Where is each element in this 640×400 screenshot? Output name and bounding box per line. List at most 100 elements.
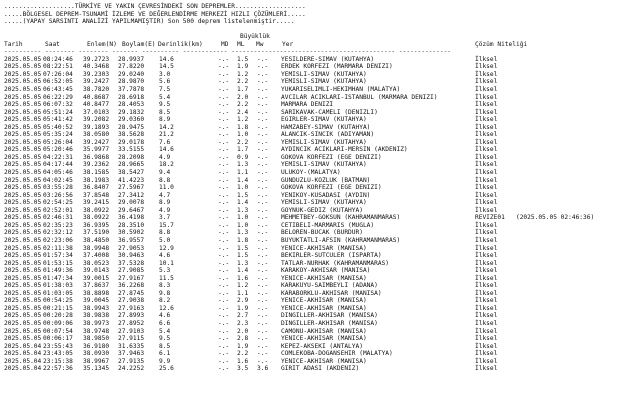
row-ml: 1.6 (237, 357, 249, 365)
row-mw: -.- (257, 63, 269, 71)
row-depth: 15.7 (159, 221, 174, 229)
row-depth: 4.9 (159, 206, 171, 214)
row-depth: 21.2 (159, 131, 174, 139)
table-row: 2025.05.05 08:22:51 40.3468 27.8220 14.5 -.- 1… (4, 63, 640, 71)
row-md: -.- (218, 176, 230, 184)
row-depth: 5.6 (159, 78, 171, 86)
table-row: 2025.05.05 01:47:34 39.0015 27.9167 11.5 -.- 1… (4, 275, 640, 283)
row-longitude: 27.9135 (118, 357, 145, 365)
row-date: 2025.05.05 (4, 70, 42, 78)
table-row: 2025.05.05 01:53:15 38.0523 37.5328 10.1 -.- 1… (4, 260, 640, 268)
row-longitude: 38.5628 (118, 131, 145, 139)
row-depth: 14.2 (159, 123, 174, 131)
row-latitude: 39.0045 (83, 297, 110, 305)
row-depth: 6.1 (159, 350, 171, 358)
row-date: 2025.05.05 (4, 131, 42, 139)
row-latitude: 36.9395 (83, 221, 110, 229)
row-depth: 10.1 (159, 259, 174, 267)
row-latitude: 38.8898 (83, 289, 110, 297)
row-date: 2025.05.05 (4, 274, 42, 282)
row-md: -.- (218, 116, 230, 124)
row-location: YEMISLI-SIMAV (KUTAHYA) (281, 78, 367, 86)
row-depth: 14.6 (159, 55, 174, 63)
row-date: 2025.05.04 (4, 357, 42, 365)
header-line-2: .....BÖLGESEL DEPREM-TSUNAMİ İZLEME VE D… (4, 10, 306, 18)
row-depth: 12.6 (159, 304, 174, 312)
row-mw: -.- (257, 335, 269, 343)
row-location: KEPEZ-AKSEKI (ANTALYA) (281, 342, 363, 350)
row-mw: -.- (257, 153, 269, 161)
earthquake-table-body: 2025.05.05 08:24:46 39.2723 28.9937 14.6 -.- 1… (4, 56, 640, 373)
row-mw: -.- (257, 252, 269, 260)
row-location: YUKARISELIMLI-HEKIMHAN (MALATYA) (281, 86, 401, 94)
row-longitude: 27.9167 (118, 274, 145, 282)
table-row: 2025.05.05 00:07:54 38.9748 27.9103 5.4 -.- 2.… (4, 328, 640, 336)
row-time: 05:40:52 (43, 123, 73, 131)
row-solution: İlksel (475, 131, 498, 139)
row-depth: 9.9 (159, 357, 171, 365)
row-date: 2025.05.05 (4, 327, 42, 335)
row-md: -.- (218, 86, 230, 94)
earthquake-list-page: ...................TÜRKİYE VE YAKIN ÇEVR… (0, 0, 640, 400)
row-mw: -.- (257, 274, 269, 282)
row-mw: -.- (257, 70, 269, 78)
row-solution: İlksel (475, 206, 498, 214)
row-longitude: 27.9115 (118, 335, 145, 343)
row-depth: 8.9 (159, 116, 171, 124)
row-solution: İlksel (475, 146, 498, 154)
row-date: 2025.05.05 (4, 108, 42, 116)
row-md: -.- (218, 357, 230, 365)
row-time: 02:11:38 (43, 244, 73, 252)
row-latitude: 38.9967 (83, 357, 110, 365)
row-md: -.- (218, 146, 230, 154)
row-time: 01:53:15 (43, 259, 73, 267)
row-date: 2025.05.05 (4, 319, 42, 327)
row-longitude: 27.8952 (118, 319, 145, 327)
row-date: 2025.05.05 (4, 214, 42, 222)
row-ml: 1.3 (237, 229, 249, 237)
row-latitude: 39.0015 (83, 274, 110, 282)
row-date: 2025.05.05 (4, 191, 42, 199)
row-time: 23:15:38 (43, 357, 73, 365)
row-md: -.- (218, 229, 230, 237)
row-longitude: 29.0360 (118, 116, 145, 124)
table-row: 2025.05.05 06:52:05 39.2427 28.9870 5.6 -.- 2.… (4, 78, 640, 86)
row-latitude: 39.0143 (83, 267, 110, 275)
column-headers: Tarih Saat Enlem(N) Boylam(E) Derinlik(k… (4, 41, 640, 49)
row-depth: 9.5 (159, 101, 171, 109)
col-depth: Derinlik(km) (158, 40, 203, 48)
row-latitude: 38.9850 (83, 335, 110, 343)
col-date: Tarih (4, 40, 23, 48)
row-time: 04:22:31 (43, 153, 73, 161)
row-solution: İlksel (475, 116, 498, 124)
row-latitude: 35.9977 (83, 146, 110, 154)
table-row: 2025.05.05 00:21:15 38.9943 27.9163 12.6 -.- 1… (4, 305, 640, 313)
row-solution: İlksel (475, 259, 498, 267)
table-row: 2025.05.05 00:06:17 38.9850 27.9115 9.5 -.- 2.… (4, 335, 640, 343)
row-location: BEKIRLER-SUTCULER (ISPARTA) (281, 252, 382, 260)
row-depth: 8.5 (159, 342, 171, 350)
row-location: YEMISLI-SIMAV (KUTAHYA) (281, 138, 367, 146)
row-latitude: 38.0930 (83, 350, 110, 358)
row-date: 2025.05.05 (4, 169, 42, 177)
row-depth: 5.3 (159, 267, 171, 275)
row-longitude: 27.5967 (118, 184, 145, 192)
row-md: -.- (218, 161, 230, 169)
row-time: 02:52:01 (43, 206, 73, 214)
row-solution: İlksel (475, 169, 498, 177)
row-longitude: 28.9475 (118, 123, 145, 131)
row-mw: -.- (257, 146, 269, 154)
row-ml: 0.9 (237, 153, 249, 161)
row-location: DINGILLER-AKHISAR (MANISA) (281, 312, 378, 320)
row-mw: -.- (257, 221, 269, 229)
row-ml: 1.5 (237, 244, 249, 252)
row-ml: 2.0 (237, 93, 249, 101)
row-longitude: 27.9053 (118, 244, 145, 252)
row-depth: 11.0 (159, 184, 174, 192)
table-row: 2025.05.05 07:26:04 39.2303 29.0240 3.0 -.- 1.… (4, 71, 640, 79)
row-solution: İlksel (475, 365, 498, 373)
row-location: ULUKOY-(MALATYA) (281, 169, 341, 177)
row-depth: 12.9 (159, 244, 174, 252)
table-row: 2025.05.05 04:17:44 39.2362 28.9665 18.2 -.- 1… (4, 161, 640, 169)
row-time: 08:24:46 (43, 55, 73, 63)
